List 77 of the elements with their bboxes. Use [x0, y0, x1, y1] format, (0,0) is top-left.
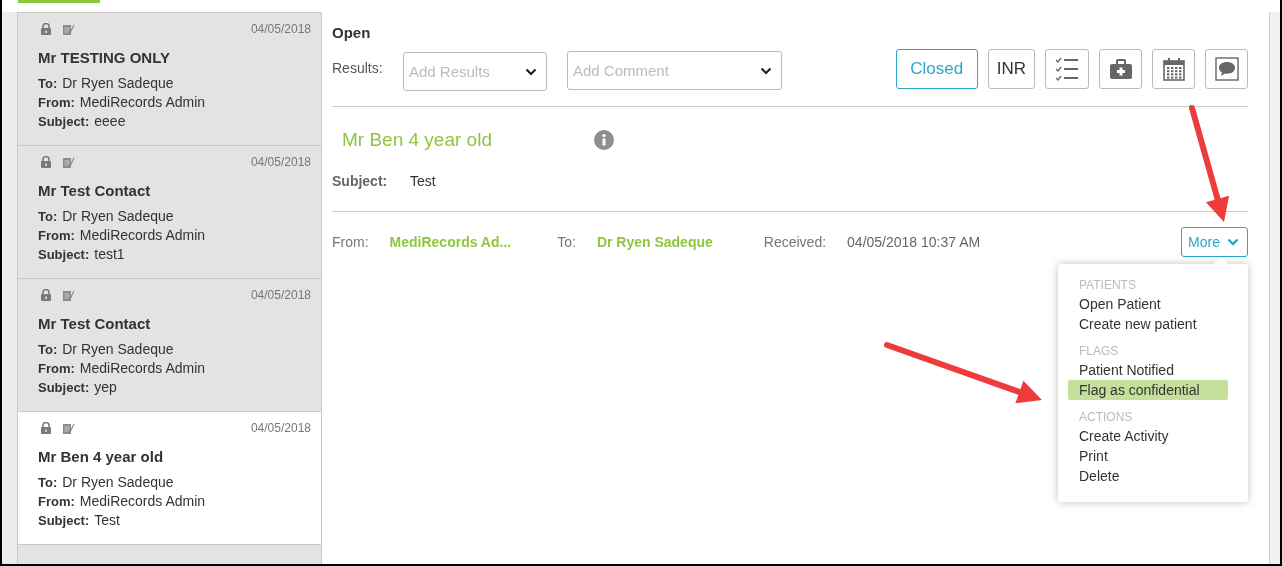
field-value: Test	[94, 512, 120, 528]
field-value: MediRecords Admin	[79, 493, 206, 509]
field-value: Dr Ryen Sadeque	[62, 341, 174, 357]
note-icon	[62, 22, 75, 36]
field-value: eeee	[94, 113, 126, 129]
sms-message-icon	[1214, 57, 1239, 81]
menu-item[interactable]: Patient Notified	[1068, 360, 1228, 380]
menu-item[interactable]: Delete	[1068, 466, 1228, 486]
toolbar-button[interactable]: INR	[987, 49, 1035, 89]
field-label: From:	[38, 494, 75, 509]
menu-section-heading: FLAGS	[1078, 343, 1120, 360]
medical-kit-button[interactable]	[1099, 49, 1142, 89]
menu-item[interactable]: Create new patient	[1068, 314, 1228, 334]
received-date: 04/05/2018 10:37 AM	[847, 234, 981, 250]
note-icon	[62, 288, 75, 302]
message-item[interactable]: 04/05/2018 Mr Ben 4 year old To: Dr Ryen Sadeque From: MediRecords Admin Subject: Test	[18, 412, 321, 545]
field-label: To:	[38, 209, 58, 224]
message-item[interactable]: 04/05/2018 Mr TESTING ONLY To: Dr Ryen Sadeque From: MediRecords Admin Subject: eeee	[18, 13, 321, 146]
menu-item[interactable]: Print	[1068, 446, 1228, 466]
message-date: 04/05/2018	[250, 421, 311, 435]
lock-icon	[40, 22, 52, 36]
dropdown-field[interactable]: Add Comment	[567, 51, 782, 90]
sms-message-button[interactable]	[1205, 49, 1248, 89]
field-value: MediRecords Admin	[79, 94, 206, 110]
chevron-down-icon	[1227, 238, 1239, 246]
note-icon	[62, 155, 75, 169]
results-label: Results:	[332, 60, 384, 76]
field-label: Subject:	[38, 380, 90, 395]
field-label: Subject:	[38, 513, 90, 528]
subject-value: Test	[410, 173, 436, 189]
subject-label: Subject:	[332, 173, 389, 189]
info-icon	[594, 130, 614, 150]
chevron-down-icon	[525, 68, 537, 76]
message-name: Mr Test Contact	[38, 182, 152, 199]
message-name: Mr Test Contact	[38, 315, 152, 332]
from-label: From:	[332, 234, 369, 250]
field-label: Subject:	[38, 114, 90, 129]
field-label: From:	[38, 95, 75, 110]
status-label: Open	[332, 24, 372, 41]
message-name: Mr Ben 4 year old	[38, 448, 165, 465]
field-value: MediRecords Admin	[79, 227, 206, 243]
menu-item[interactable]: Open Patient	[1068, 294, 1228, 314]
lock-icon	[40, 155, 52, 169]
menu-section-heading: PATIENTS	[1078, 277, 1137, 294]
message-item[interactable]: 04/05/2018 Mr Test Contact To: Dr Ryen Sadeque From: MediRecords Admin Subject: test1	[18, 146, 321, 279]
calendar-button[interactable]	[1152, 49, 1195, 89]
field-label: To:	[38, 76, 58, 91]
received-label: Received:	[763, 234, 827, 250]
lock-icon	[40, 421, 52, 435]
menu-item[interactable]: Flag as confidential	[1068, 380, 1228, 400]
field-value: test1	[94, 246, 125, 262]
checklist-button[interactable]	[1045, 49, 1089, 89]
checklist-icon	[1054, 56, 1080, 82]
calendar-icon	[1162, 57, 1185, 81]
message-date: 04/05/2018	[250, 288, 311, 302]
lock-icon	[40, 288, 52, 302]
note-icon	[62, 421, 75, 435]
field-label: Subject:	[38, 247, 90, 262]
menu-item[interactable]: Create Activity	[1068, 426, 1228, 446]
field-value: MediRecords Admin	[79, 360, 206, 376]
to-label: To:	[557, 234, 576, 250]
field-label: To:	[38, 475, 58, 490]
field-label: To:	[38, 342, 58, 357]
menu-section-heading: ACTIONS	[1078, 409, 1134, 426]
field-value: Dr Ryen Sadeque	[62, 208, 174, 224]
patient-title: Mr Ben 4 year old	[342, 129, 493, 151]
message-name: Mr TESTING ONLY	[38, 49, 171, 66]
medical-kit-icon	[1108, 58, 1133, 80]
field-label: From:	[38, 228, 75, 243]
message-date: 04/05/2018	[250, 22, 311, 36]
field-label: From:	[38, 361, 75, 376]
field-value: yep	[94, 379, 117, 395]
field-value: Dr Ryen Sadeque	[62, 474, 174, 490]
message-date: 04/05/2018	[250, 155, 311, 169]
field-value: Dr Ryen Sadeque	[62, 75, 174, 91]
chevron-down-icon	[760, 67, 772, 75]
dropdown-field[interactable]: Add Results	[403, 52, 547, 91]
